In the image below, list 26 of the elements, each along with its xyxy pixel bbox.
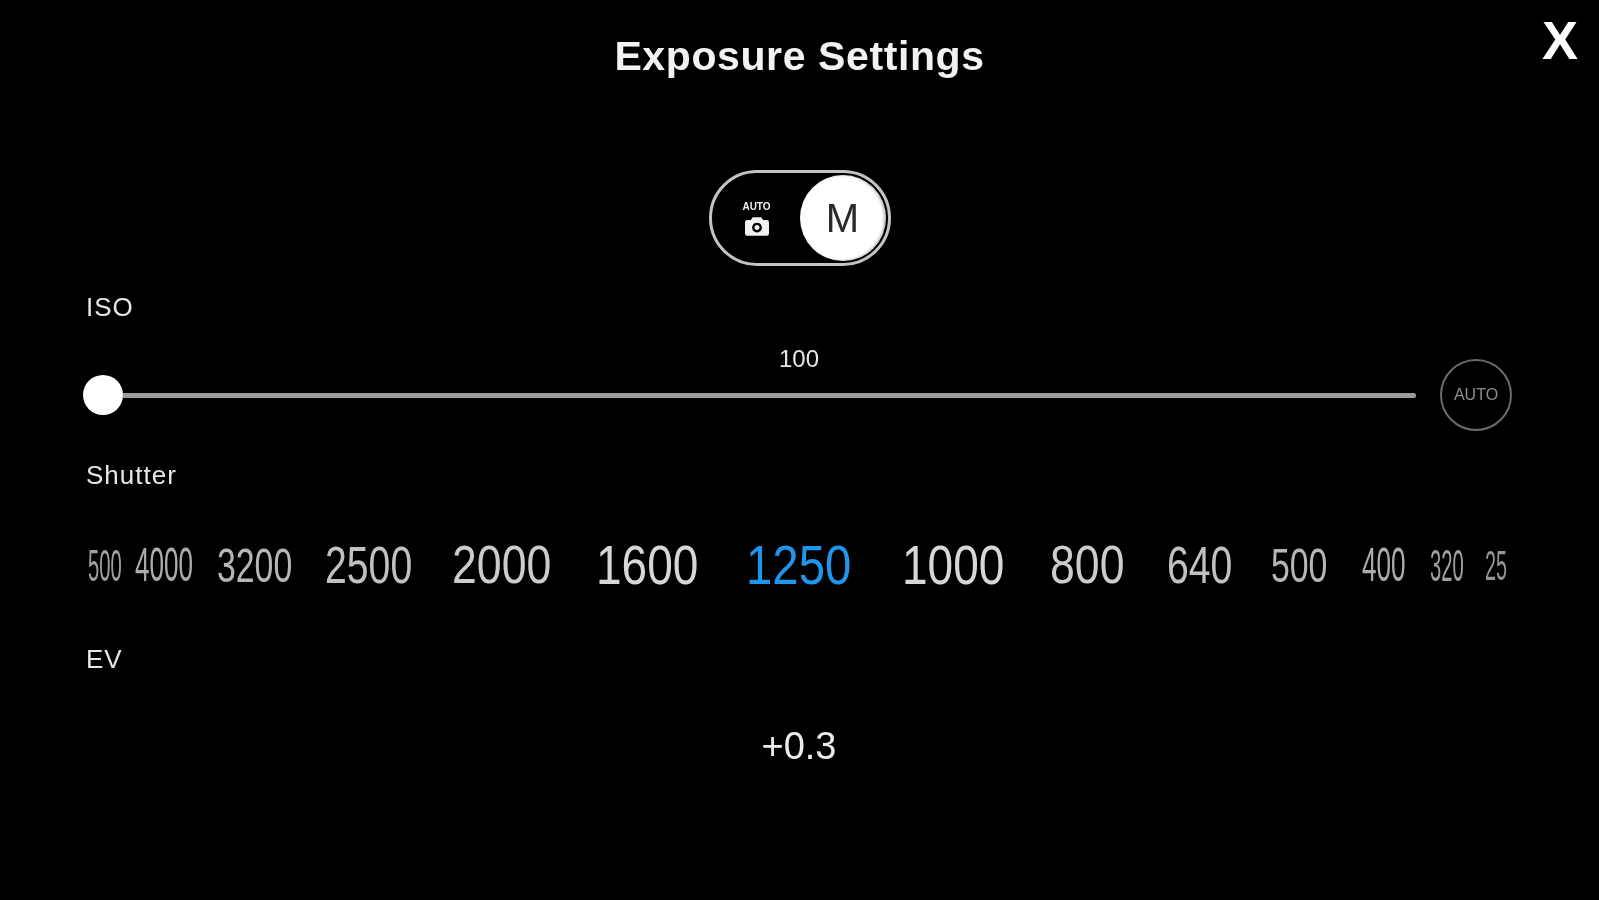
shutter-speed-option[interactable]: 1000 [901,537,1004,593]
iso-value: 100 [778,345,819,373]
shutter-speed-option[interactable]: 320 [1429,542,1464,588]
iso-auto-button[interactable]: AUTO [1440,359,1512,431]
shutter-speed-option[interactable]: 3200 [217,540,293,590]
shutter-speed-option[interactable]: 4000 [135,541,194,589]
camera-icon [744,216,769,236]
shutter-label: Shutter [86,460,177,490]
manual-mode-option[interactable]: M [799,175,886,261]
shutter-speed-option[interactable]: 800 [1050,538,1125,592]
slider-thumb[interactable] [83,375,123,415]
shutter-speed-option[interactable]: 2500 [324,539,412,591]
shutter-speed-option[interactable]: 1250 [746,537,852,593]
shutter-speed-option[interactable]: 640 [1167,539,1233,591]
ev-value: +0.3 [761,724,837,768]
shutter-speed-option[interactable]: 500 [1270,540,1328,590]
shutter-speed-option[interactable]: 2000 [451,538,552,592]
shutter-speed-option[interactable]: 500 [87,542,122,588]
auto-mode-option[interactable]: AUTO [713,175,800,261]
iso-label: ISO [86,292,134,322]
shutter-speed-option[interactable]: 400 [1362,541,1406,589]
close-button[interactable]: X [1541,13,1578,67]
screen-title: Exposure Settings [614,32,985,80]
shutter-speed-option[interactable]: 1600 [596,537,699,593]
ev-label: EV [86,644,123,674]
shutter-speed-option[interactable]: 25 [1485,543,1508,587]
